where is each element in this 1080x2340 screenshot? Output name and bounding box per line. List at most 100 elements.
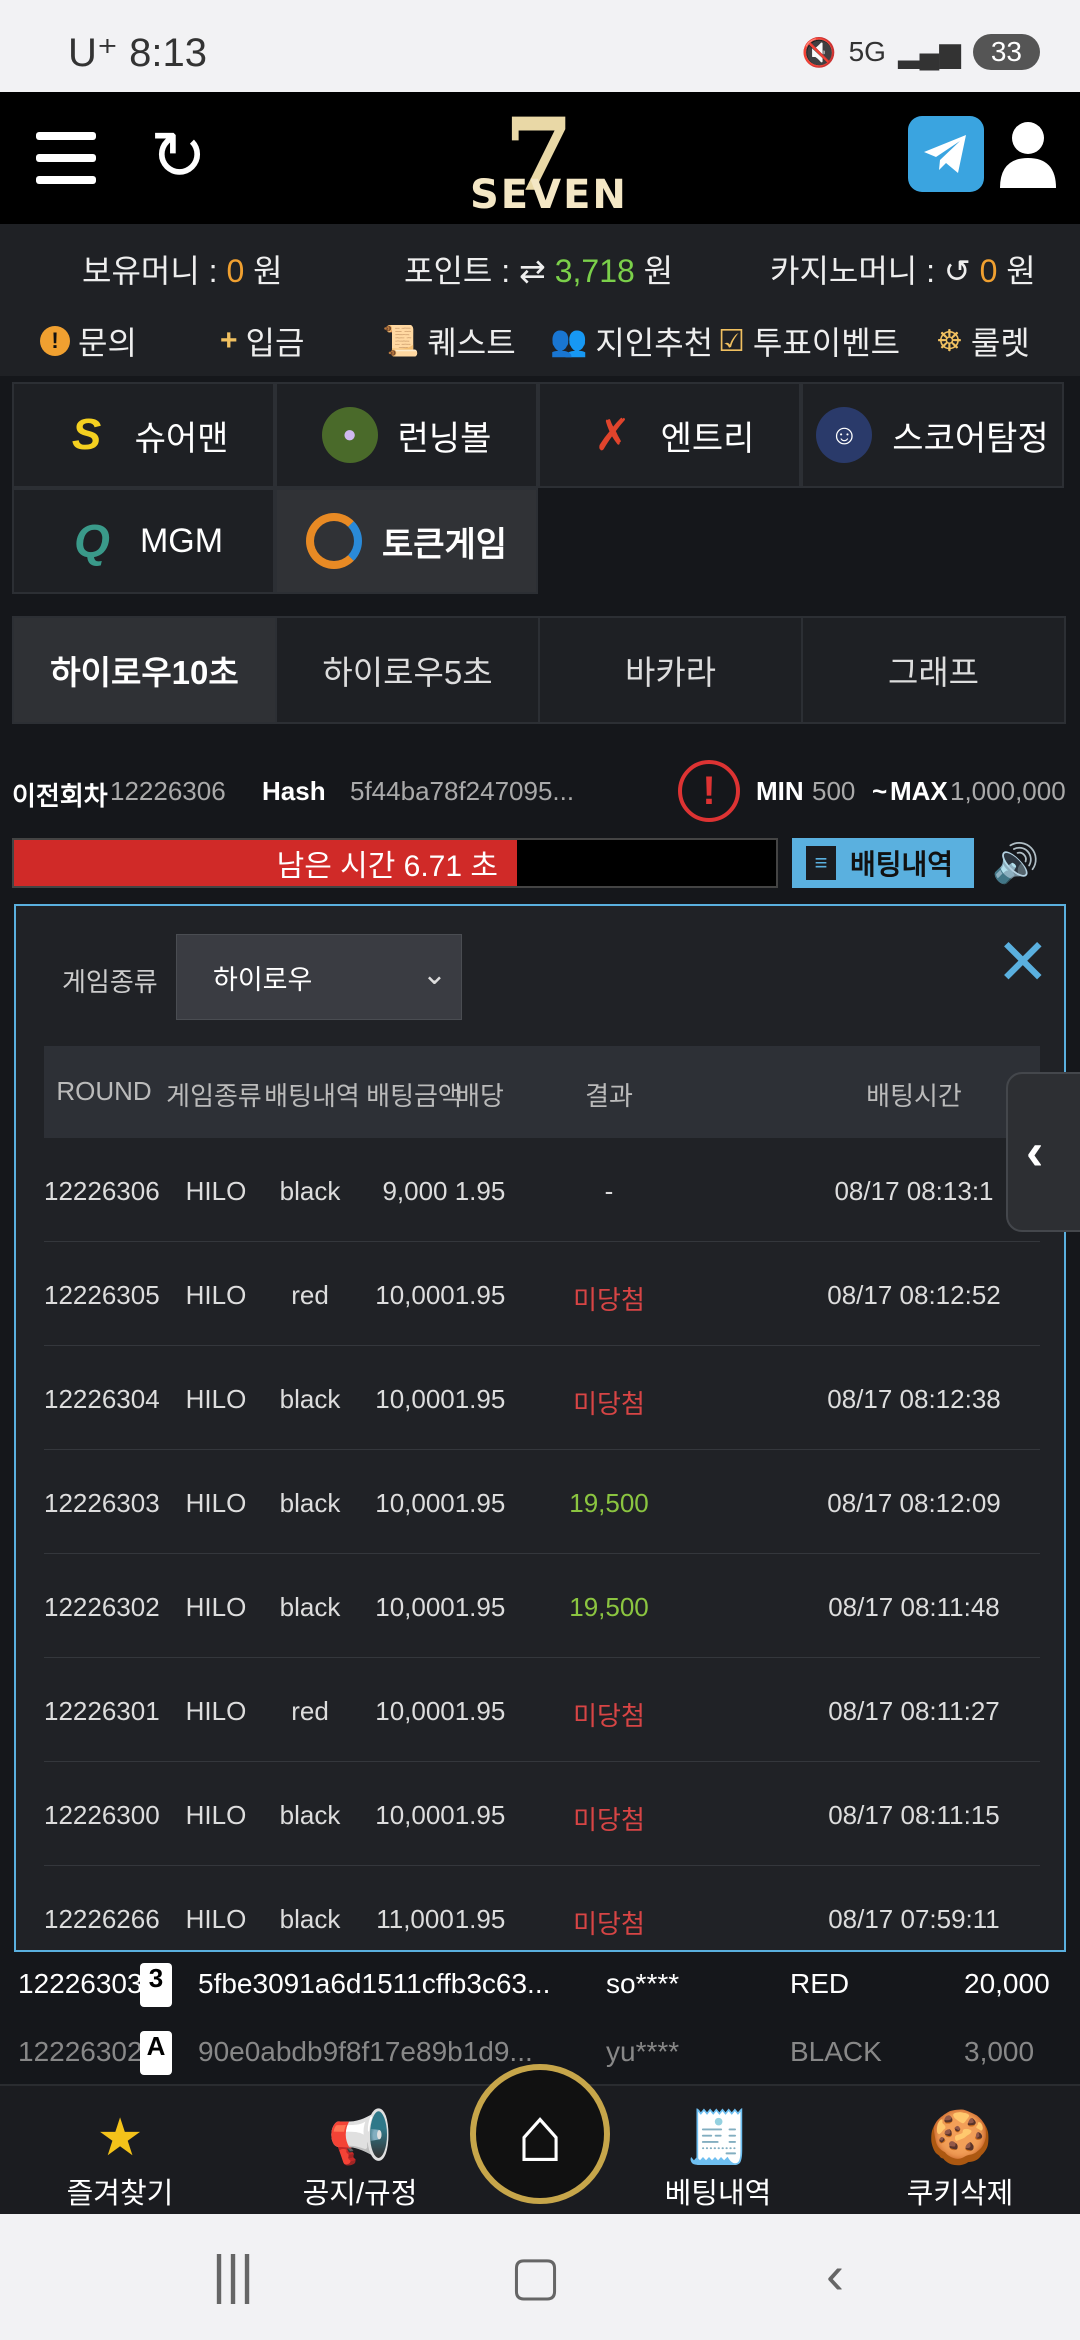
nav-bet-history[interactable]: 🧾 베팅내역 — [618, 2106, 818, 2212]
hash-label: Hash — [262, 776, 326, 806]
exclamation-icon: ! — [40, 326, 70, 356]
quick-roulette-label: 룰렛 — [970, 325, 1030, 361]
token-game-icon — [305, 513, 362, 569]
chevron-down-icon: ⌄ — [421, 958, 447, 991]
reload-icon[interactable]: ↺ — [944, 253, 971, 289]
exchange-icon[interactable]: ⇄ — [519, 253, 546, 289]
home-icon[interactable]: ⌂ — [470, 2064, 610, 2204]
alert-icon[interactable]: ! — [678, 760, 740, 822]
quick-referral-label: 지인추천 — [595, 325, 714, 361]
nav-favorites[interactable]: ★ 즐겨찾기 — [20, 2106, 220, 2212]
home-circle-icon[interactable]: ▢ — [510, 2244, 561, 2307]
logo-word: SEVEN — [470, 172, 628, 218]
cell-result: 미당첨 — [573, 1389, 645, 1419]
nav-bet-history-label: 베팅내역 — [664, 2178, 772, 2210]
mgm-icon: Q — [74, 515, 110, 567]
table-row: 12226306 HILO black 9,000 1.95-08/17 08:13:1 — [44, 1138, 1040, 1242]
playing-card-icon: A — [140, 2030, 172, 2075]
tab-hilo-5s[interactable]: 하이로우5초 — [277, 618, 540, 722]
balance-bar: 보유머니 : 0 원 포인트 : ⇄ 3,718 원 카지노머니 : ↺ 0 원 — [0, 224, 1080, 304]
people-icon: 👥 — [550, 324, 588, 358]
range-tilde: ~ — [872, 776, 888, 806]
holding-label: 보유머니 : — [82, 253, 218, 289]
points-unit: 원 — [643, 253, 674, 289]
quick-deposit-label: 입금 — [245, 325, 305, 361]
game-type-select[interactable]: 하이로우 ⌄ — [176, 934, 462, 1020]
cell-time: 08/17 08:11:15 — [828, 1800, 1000, 1830]
refresh-icon[interactable]: ↻ — [150, 122, 207, 190]
signal-icon: ▂▄▆ — [897, 36, 961, 68]
scroll-icon: 📜 — [382, 324, 420, 358]
back-icon[interactable]: ‹ — [826, 2244, 844, 2306]
game-entry[interactable]: ✗ 엔트리 — [538, 382, 801, 488]
game-type-filter-label: 게임종류 — [62, 967, 158, 997]
tab-hilo-10s[interactable]: 하이로우10초 — [14, 618, 277, 722]
quick-referral[interactable]: 👥 지인추천 — [550, 318, 713, 364]
cell-time: 08/17 08:12:38 — [827, 1384, 1001, 1414]
quick-roulette[interactable]: ☸ 룰렛 — [936, 318, 1030, 364]
bg-hash: 5fbe3091a6d1511cffb3c63... — [198, 1968, 551, 1999]
user-icon[interactable] — [996, 118, 1060, 190]
game-sureman[interactable]: S 슈어맨 — [12, 382, 275, 488]
prev-round-value: 12226306 — [110, 776, 226, 806]
bg-round: 12226303 — [18, 1968, 143, 1999]
detective-icon: ☺ — [816, 407, 873, 463]
min-value: 500 — [812, 776, 856, 806]
quick-inquiry[interactable]: ! 문의 — [40, 318, 137, 364]
prev-round-label: 이전회차 — [12, 781, 108, 811]
casino-value: 0 — [979, 253, 998, 289]
close-icon[interactable]: ✕ — [996, 930, 1050, 994]
bg-hash: 90e0abdb9f8f17e89b1d9... — [198, 2036, 533, 2067]
telegram-icon[interactable] — [908, 116, 984, 192]
max-value: 1,000,000 — [950, 776, 1066, 806]
cell-time: 08/17 08:11:27 — [828, 1696, 1000, 1726]
holding-unit: 원 — [253, 253, 283, 289]
bg-bet: RED — [790, 1968, 850, 1999]
holding-value: 0 — [226, 253, 245, 289]
battery-level: 33 — [972, 34, 1040, 70]
recent-apps-icon[interactable]: ||| — [212, 2244, 254, 2306]
quick-quest[interactable]: 📜 퀘스트 — [382, 318, 516, 364]
bg-bet: BLACK — [790, 2036, 882, 2067]
status-icons: 🔇 5G ▂▄▆ 33 — [802, 34, 1040, 70]
chevron-left-icon[interactable]: ‹ — [1006, 1072, 1080, 1232]
table-row: 12226303 3 5fbe3091a6d1511cffb3c63... so… — [0, 1950, 1080, 2018]
nav-notice[interactable]: 📢 공지/규정 — [260, 2106, 460, 2212]
round-info: 이전회차 12226306 Hash 5f44ba78f247095... MI… — [0, 752, 1080, 834]
timer-text: 남은 시간 6.71 초 — [276, 850, 498, 883]
game-mgm-label: MGM — [139, 521, 224, 560]
nav-clear-cookies-label: 쿠키삭제 — [906, 2178, 1014, 2210]
bg-user: yu**** — [606, 2036, 680, 2067]
game-type-selected: 하이로우 — [213, 964, 313, 995]
table-row: 12226300 HILO black 10,000 1.95 미당첨 08/17 08:1… — [44, 1762, 1040, 1866]
game-runningball[interactable]: ● 런닝볼 — [275, 382, 538, 488]
quick-vote-event[interactable]: ☑ 투표이벤트 — [718, 318, 900, 364]
cell-time: 08/17 08:11:48 — [828, 1592, 1000, 1622]
speaker-icon[interactable]: 🔊 — [992, 842, 1039, 886]
game-sureman-label: 슈어맨 — [134, 419, 229, 458]
status-bar: U⁺ 8:13 🔇 5G ▂▄▆ 33 — [0, 0, 1080, 92]
points[interactable]: 포인트 : ⇄ 3,718 원 — [404, 246, 673, 292]
sub-tabs: 하이로우10초 하이로우5초 바카라 그래프 — [12, 616, 1066, 724]
table-row: 12226266 HILO black 11,000 1.95 미당첨 08/17 07:5… — [44, 1866, 1040, 1950]
seven-logo[interactable]: 7 SEVEN — [460, 96, 626, 218]
casino-money[interactable]: 카지노머니 : ↺ 0 원 — [770, 246, 1036, 292]
betting-history-button[interactable]: ≡ 배팅내역 — [792, 838, 974, 888]
game-token[interactable]: 토큰게임 — [275, 488, 538, 594]
menu-icon[interactable] — [36, 132, 96, 184]
quick-deposit[interactable]: + 입금 — [220, 318, 304, 364]
status-carrier-time: U⁺ 8:13 — [68, 31, 207, 75]
megaphone-icon: 📢 — [327, 2109, 393, 2167]
tab-baccarat[interactable]: 바카라 — [540, 618, 803, 722]
entry-icon: ✗ — [594, 410, 632, 460]
cell-time: 08/17 08:13:1 — [834, 1176, 994, 1206]
star-icon: ★ — [96, 2109, 144, 2167]
holding-money: 보유머니 : 0 원 — [82, 246, 283, 292]
game-score-detective[interactable]: ☺ 스코어탐정 — [801, 382, 1064, 488]
game-mgm[interactable]: Q MGM — [12, 488, 275, 594]
card-value: 3 — [140, 1963, 172, 2007]
tab-graph[interactable]: 그래프 — [803, 618, 1064, 722]
col-result: 결과 — [585, 1081, 633, 1111]
hash-value: 5f44ba78f247095... — [350, 776, 575, 806]
nav-clear-cookies[interactable]: 🍪 쿠키삭제 — [860, 2106, 1060, 2212]
